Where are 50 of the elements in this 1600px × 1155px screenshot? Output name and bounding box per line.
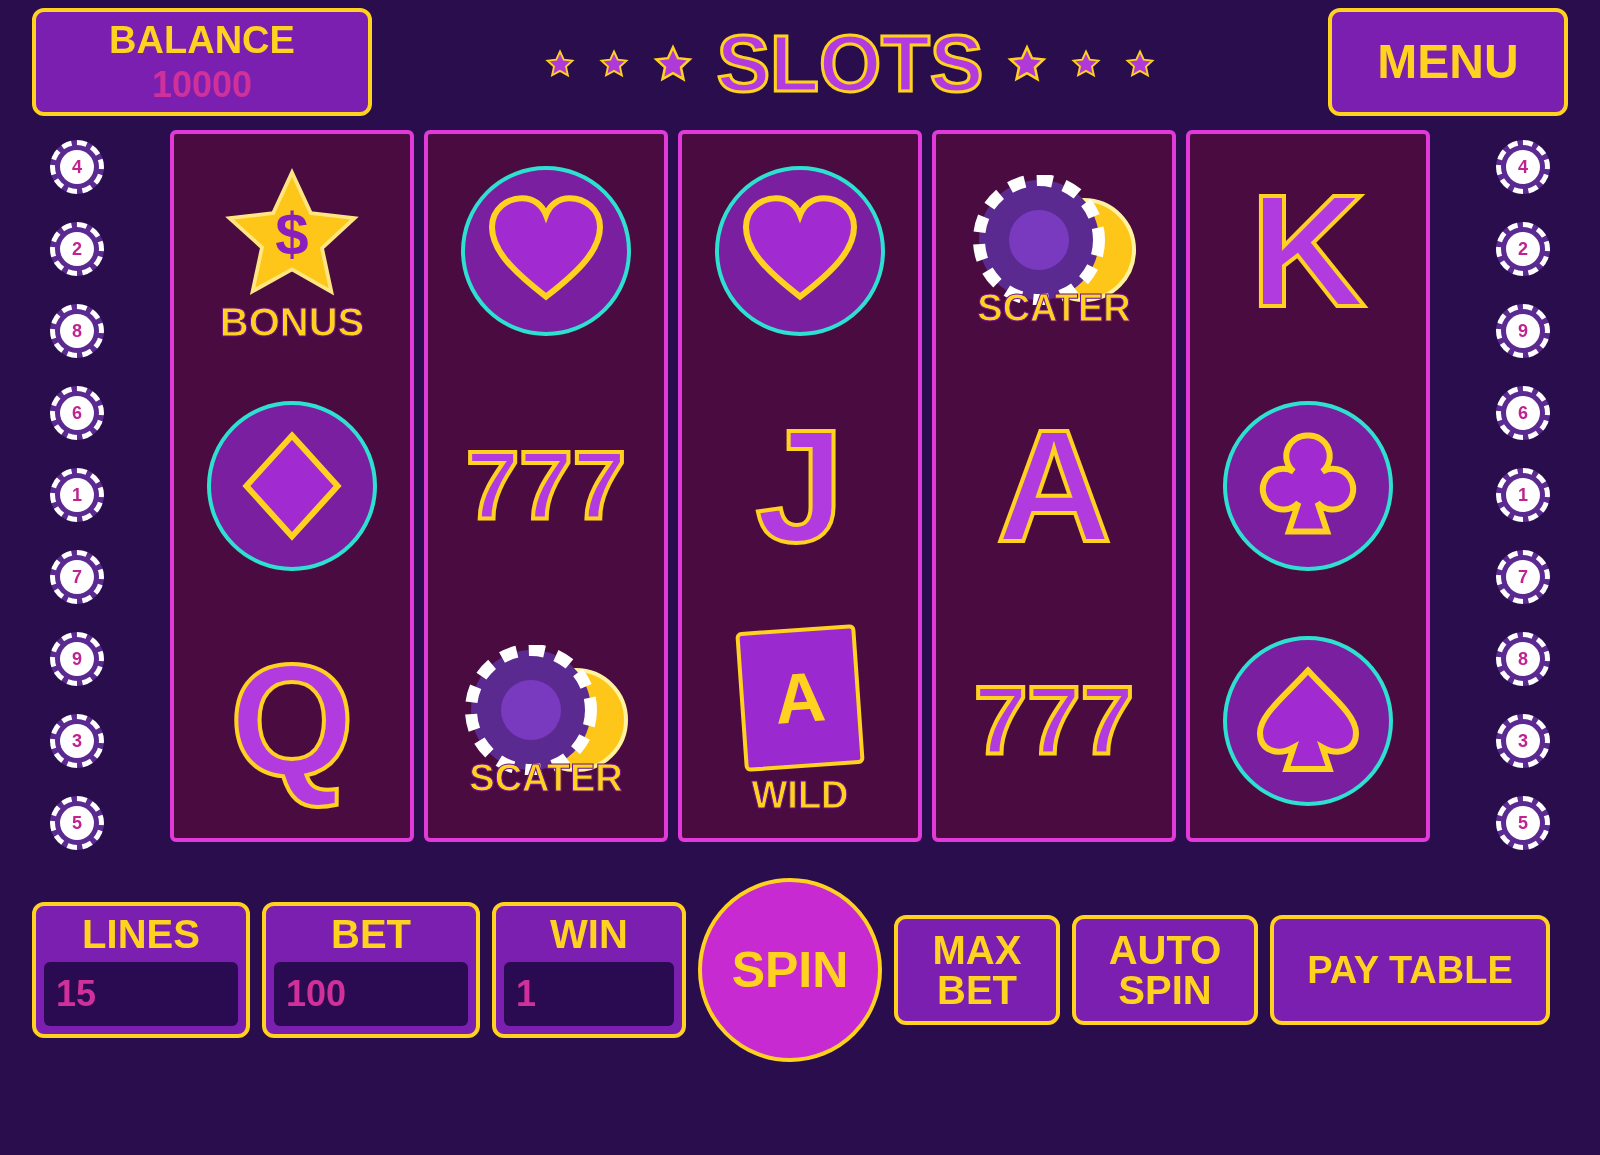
playing-card: A xyxy=(735,623,865,772)
pay-table-button[interactable]: PAY TABLE xyxy=(1270,915,1550,1025)
stat-value-field: 100 xyxy=(274,962,468,1026)
seven-symbol: 777 xyxy=(972,665,1136,776)
stat-label: WIN xyxy=(550,914,628,954)
balance-label: BALANCE xyxy=(109,21,295,59)
chip-badge: 3 xyxy=(50,714,104,768)
chip-badge: 4 xyxy=(50,140,104,194)
stat-value-field: 15 xyxy=(44,962,238,1026)
chip-badge: 9 xyxy=(50,632,104,686)
spin-button[interactable]: SPIN xyxy=(698,878,882,1062)
letter-symbol: K xyxy=(1249,160,1367,343)
chip-badge: 5 xyxy=(50,796,104,850)
star-icon xyxy=(598,49,629,79)
stat-label: LINES xyxy=(82,914,200,954)
chip-badge: 8 xyxy=(1496,632,1550,686)
chip-badge: 4 xyxy=(1496,140,1550,194)
stat-label: BET xyxy=(331,914,411,954)
letter-symbol: A xyxy=(995,395,1113,577)
seven-symbol: 777 xyxy=(464,431,628,541)
chip-badge: 9 xyxy=(1496,304,1550,358)
max-bet-button[interactable]: MAX BET xyxy=(894,915,1060,1025)
letter-symbol: Q xyxy=(228,629,356,812)
wild-label: WILD xyxy=(751,775,849,814)
star-icon xyxy=(544,49,575,79)
chip-badge: 5 xyxy=(1496,796,1550,850)
scater-label: SCATER xyxy=(977,289,1131,328)
scater-label: SCATER xyxy=(469,758,623,797)
menu-button[interactable]: MENU xyxy=(1328,8,1568,116)
slots-title: SLOTS xyxy=(716,24,984,104)
chip-badge: 6 xyxy=(1496,386,1550,440)
star-icon xyxy=(652,44,693,84)
star-icon xyxy=(1071,49,1102,79)
star-icon xyxy=(1125,49,1156,79)
letter-symbol: J xyxy=(754,395,846,577)
chip-badge: 7 xyxy=(1496,550,1550,604)
chip-badge: 1 xyxy=(1496,468,1550,522)
chip-badge: 2 xyxy=(50,222,104,276)
chip-badge: 6 xyxy=(50,386,104,440)
bonus-label: BONUS xyxy=(219,302,365,343)
auto-spin-button[interactable]: AUTO SPIN xyxy=(1072,915,1258,1025)
chip-badge: 1 xyxy=(50,468,104,522)
stat-value-field: 1 xyxy=(504,962,674,1026)
dollar-sign: $ xyxy=(275,200,309,271)
chip-badge: 2 xyxy=(1496,222,1550,276)
star-icon xyxy=(1007,44,1048,84)
chip-badge: 8 xyxy=(50,304,104,358)
balance-value: 10000 xyxy=(151,67,253,103)
chip-badge: 7 xyxy=(50,550,104,604)
chip-badge: 3 xyxy=(1496,714,1550,768)
